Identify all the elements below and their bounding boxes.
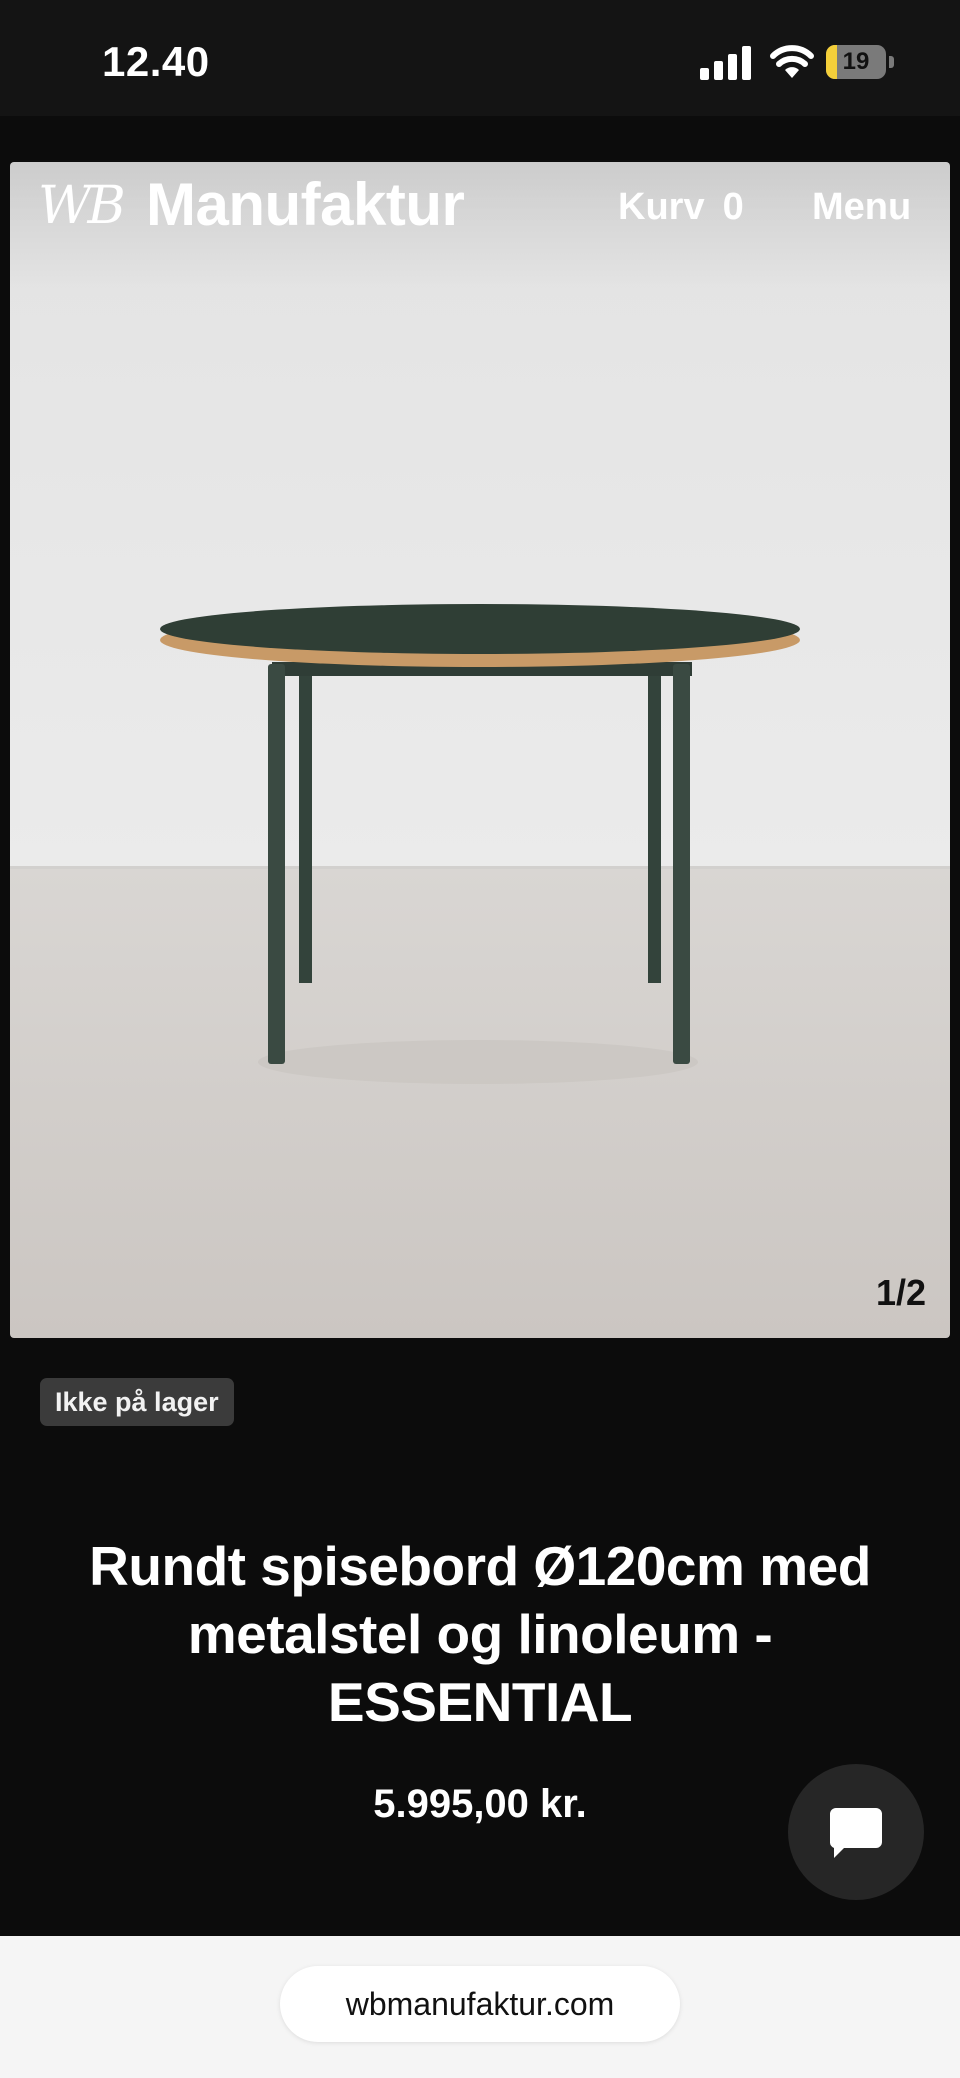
chat-button[interactable] — [788, 1764, 924, 1900]
url-bar[interactable]: wbmanufaktur.com — [280, 1966, 680, 2042]
chat-bubble-icon — [830, 1808, 882, 1858]
logo-text[interactable]: Manufaktur — [146, 170, 465, 239]
wifi-icon — [770, 45, 814, 78]
product-title: Rundt spisebord Ø120cm med metalstel og … — [89, 1535, 871, 1733]
product-gallery[interactable]: WB Manufaktur Kurv 0 Menu 1/2 — [10, 162, 950, 1338]
cellular-signal-icon — [700, 46, 751, 80]
battery-icon: 19 — [826, 45, 896, 79]
cart-label: Kurv — [618, 186, 705, 228]
status-bar: 12.40 19 — [0, 0, 960, 116]
product-image — [10, 162, 950, 1338]
logo-monogram[interactable]: WB — [38, 176, 126, 236]
gallery-counter: 1/2 — [875, 1272, 926, 1313]
stock-status-badge: Ikke på lager — [40, 1378, 234, 1426]
cart-count: 0 — [722, 186, 744, 228]
site-header: WB Manufaktur Kurv 0 Menu — [10, 162, 950, 272]
menu-button[interactable]: Menu — [812, 186, 911, 229]
status-time: 12.40 — [102, 38, 210, 85]
battery-level: 19 — [842, 48, 870, 75]
cart-link[interactable]: Kurv 0 — [618, 186, 744, 229]
browser-bar: wbmanufaktur.com — [0, 1936, 960, 2078]
